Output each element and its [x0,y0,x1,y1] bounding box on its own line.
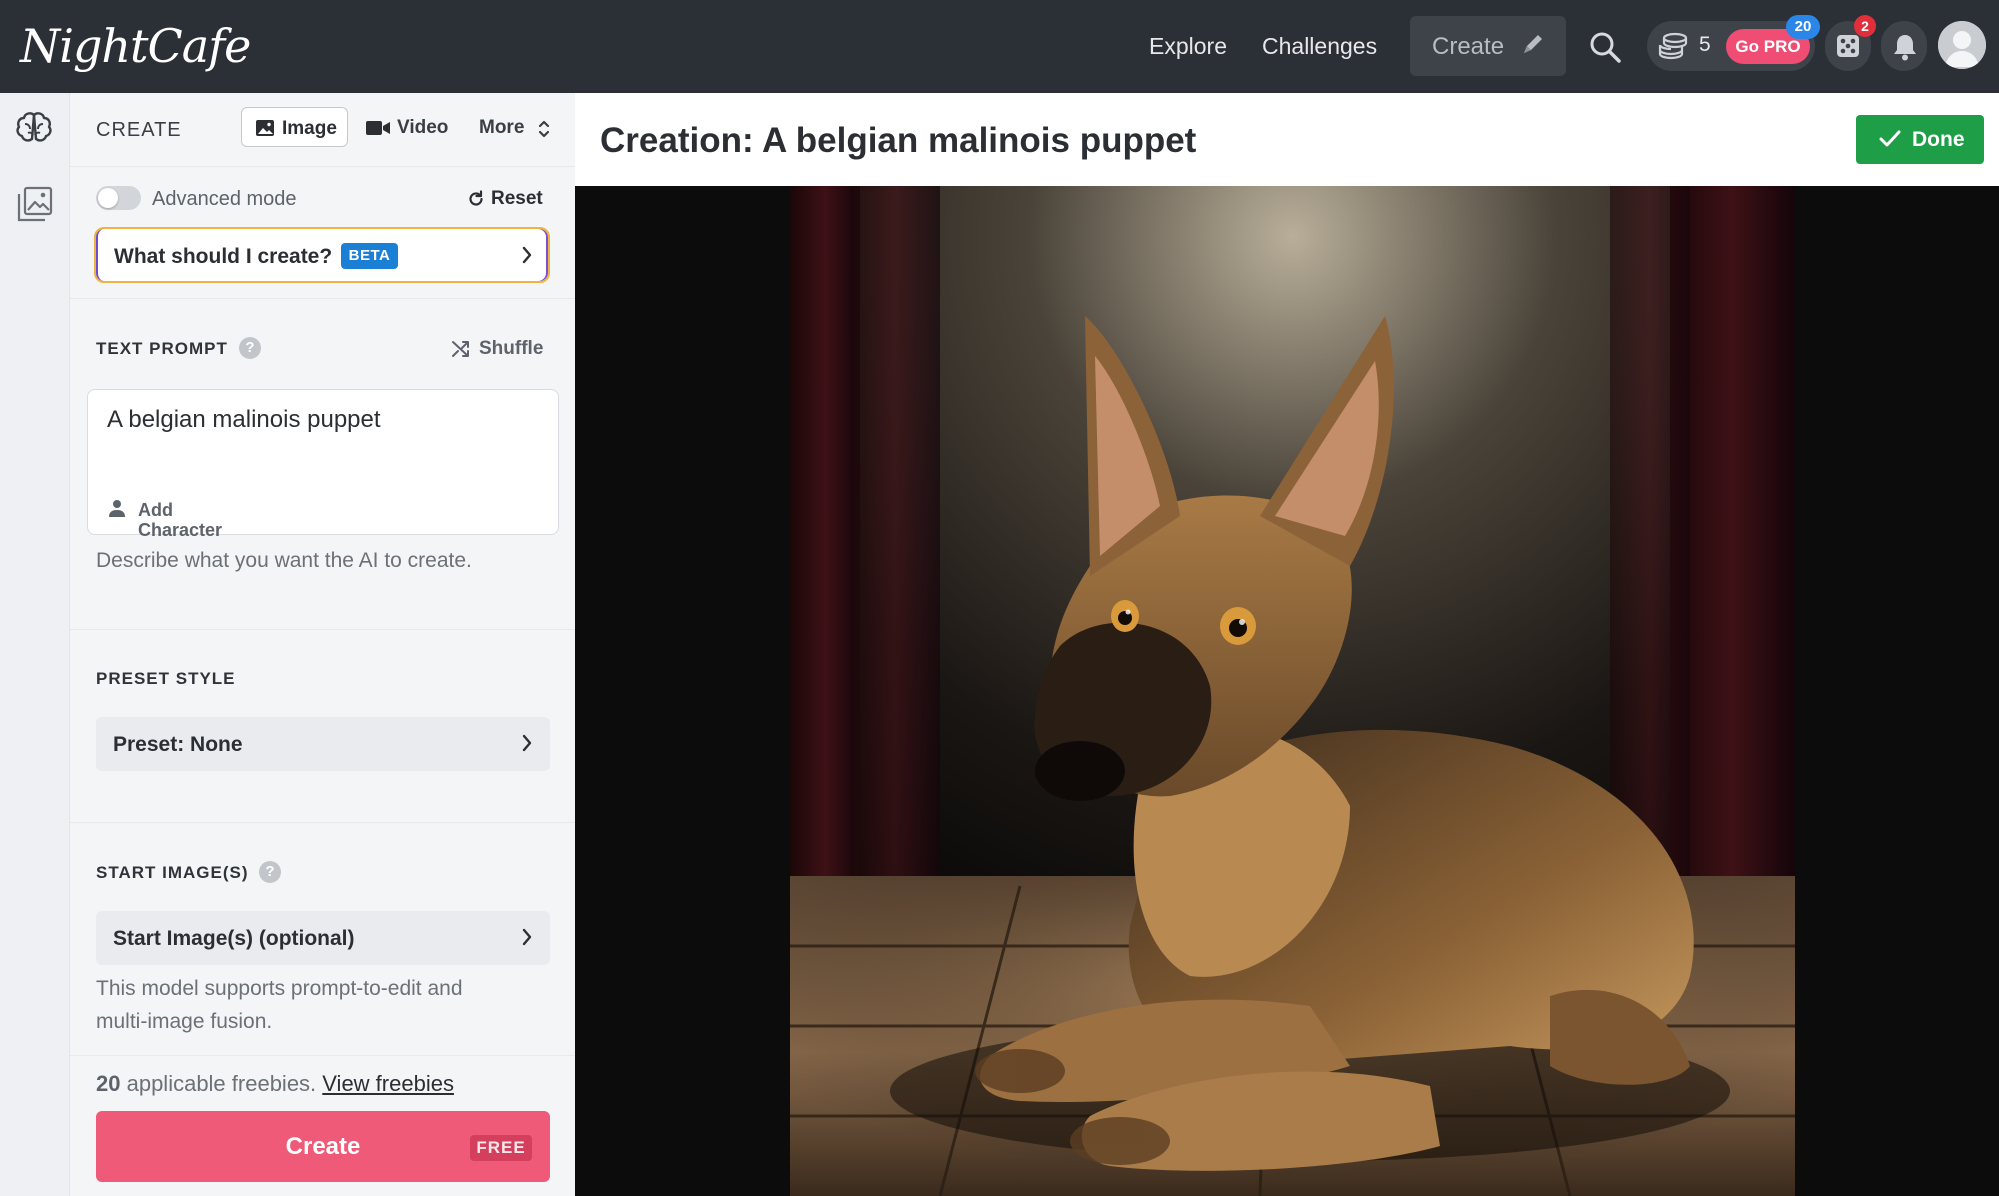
dice-icon [1835,33,1861,64]
divider [70,822,575,823]
freebies-text: 20 applicable freebies. View freebies [96,1071,454,1097]
tab-image-label: Image [282,118,337,139]
tab-image[interactable]: Image [241,107,348,147]
wsic-label: What should I create? [114,245,333,268]
advanced-mode-label: Advanced mode [152,188,297,210]
free-badge: FREE [470,1135,532,1161]
text-prompt-value[interactable]: A belgian malinois puppet [107,406,381,434]
notifications-button[interactable] [1881,21,1927,71]
start-images-value: Start Image(s) (optional) [113,927,355,950]
brain-icon[interactable] [16,111,52,150]
preset-style-value: Preset: None [113,733,243,756]
nightcafe-logo[interactable]: NightCafe [20,20,251,72]
toggle-knob [98,188,118,208]
search-icon[interactable] [1588,30,1622,69]
reset-label: Reset [491,188,543,209]
pen-icon [1520,31,1546,62]
nav-create-button[interactable]: Create [1410,16,1566,76]
advanced-mode-toggle[interactable] [96,186,141,210]
done-button[interactable]: Done [1856,115,1984,164]
shuffle-icon [451,339,471,364]
random-badge: 2 [1854,15,1876,37]
panel-title: CREATE [96,119,182,141]
add-character-label: Add Character [138,500,223,540]
nav-explore-link[interactable]: Explore [1149,32,1227,60]
what-should-i-create-button[interactable]: What should I create? BETA [94,227,550,283]
generated-image[interactable] [790,186,1795,1196]
gallery-icon[interactable] [16,185,54,228]
preset-style-title: PRESET STYLE [96,669,236,688]
top-navbar: NightCafe Explore Challenges Create 5 Go… [0,0,1999,93]
start-images-title: START IMAGE(S) [96,863,249,882]
chevron-updown-icon [537,117,551,146]
creation-header: Creation: A belgian malinois puppet Done [575,93,1999,186]
text-prompt-title: TEXT PROMPT [96,339,228,358]
freebies-label: applicable freebies. [120,1071,323,1096]
go-pro-label: Go PRO [1735,37,1801,56]
preset-style-select[interactable]: Preset: None [96,717,550,771]
image-icon [255,119,275,142]
start-images-hint-line2: multi-image fusion. [96,1010,273,1033]
user-avatar[interactable] [1938,21,1986,69]
check-icon [1878,128,1902,155]
video-icon [366,120,390,141]
creation-title: Creation: A belgian malinois puppet [600,121,1197,160]
start-images-hint-line1: This model supports prompt-to-edit and [96,977,463,1000]
done-label: Done [1912,128,1965,151]
chevron-right-icon [520,245,534,270]
bell-icon [1892,33,1918,66]
person-icon [108,498,126,523]
divider [70,1055,575,1056]
coins-icon [1657,32,1689,65]
credits-count: 5 [1699,33,1711,56]
image-viewer [575,186,1999,1196]
reset-icon [467,190,485,213]
text-prompt-input[interactable]: A belgian malinois puppet Add Character [87,389,559,540]
divider [70,298,575,299]
tab-video-label: Video [397,117,449,138]
text-prompt-hint: Describe what you want the AI to create. [96,549,472,572]
tab-more-label: More [479,117,525,138]
left-rail [0,93,70,1196]
freebies-count: 20 [96,1071,121,1096]
start-images-help-icon[interactable]: ? [259,861,281,883]
start-images-select[interactable]: Start Image(s) (optional) [96,911,550,965]
panel-header: CREATE Image Video More [70,93,575,167]
divider [70,629,575,630]
nav-challenges-link[interactable]: Challenges [1262,32,1377,60]
chevron-right-icon [520,733,534,758]
shuffle-label: Shuffle [479,338,544,359]
nav-create-label: Create [1432,33,1505,60]
beta-badge: BETA [341,243,398,269]
go-pro-badge: 20 [1786,15,1820,39]
create-button[interactable]: Create FREE [96,1111,550,1182]
chevron-right-icon [520,927,534,952]
text-prompt-help-icon[interactable]: ? [239,337,261,359]
view-freebies-link[interactable]: View freebies [322,1071,454,1096]
create-panel: CREATE Image Video More Advanced mode Re… [70,93,575,1196]
